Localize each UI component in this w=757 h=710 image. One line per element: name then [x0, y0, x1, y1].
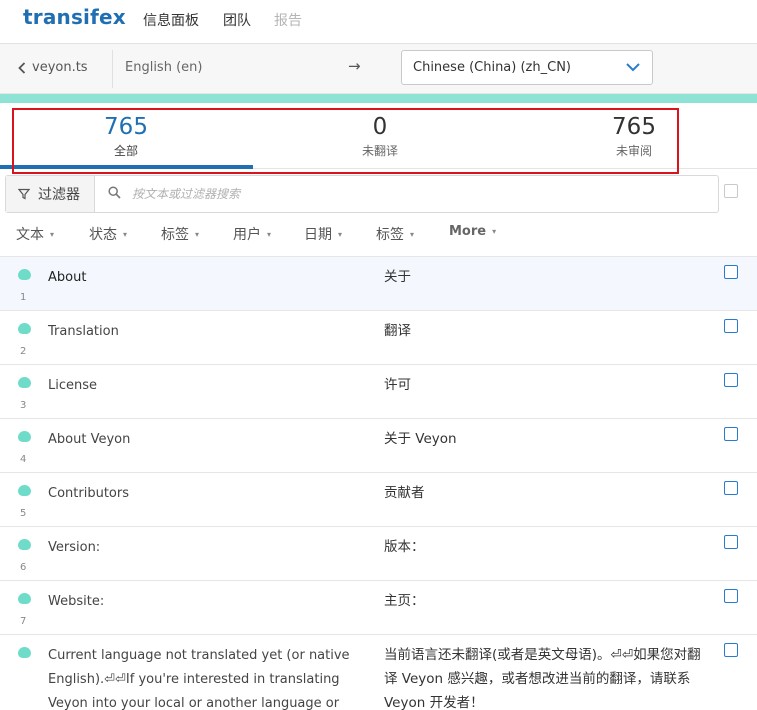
- status-dot-icon: [18, 323, 31, 334]
- funnel-icon: [18, 188, 30, 200]
- translation-string: 版本：: [384, 539, 425, 555]
- translation-string: 许可: [384, 377, 411, 393]
- list-item[interactable]: Translation 2 翻译: [0, 311, 757, 365]
- column-user-dropdown[interactable]: 用户 ▾: [233, 224, 271, 244]
- source-string: About Veyon: [48, 432, 131, 447]
- translation-string: 关于: [384, 269, 411, 285]
- column-label: 标签: [376, 227, 404, 243]
- column-more-dropdown[interactable]: More ▾: [449, 224, 496, 239]
- nav-reports-link: 报告: [274, 13, 302, 29]
- transifex-logo[interactable]: transifex: [23, 5, 126, 29]
- column-label: 状态: [89, 227, 117, 243]
- translation-string: 当前语言还未翻译(或者是英文母语)。⏎⏎如果您对翻译 Veyon 感兴趣，或者想…: [384, 647, 701, 710]
- target-language-value: Chinese (China) (zh_CN): [413, 60, 571, 75]
- caret-down-icon: ▾: [410, 229, 415, 239]
- search-icon: [108, 186, 121, 199]
- row-index: 6: [20, 562, 27, 573]
- status-dot-icon: [18, 377, 31, 388]
- list-item[interactable]: About 1 关于: [0, 257, 757, 311]
- translation-string: 贡献者: [384, 485, 425, 501]
- column-labels-dropdown[interactable]: 标签 ▾: [376, 224, 414, 244]
- filter-button[interactable]: 过滤器: [6, 176, 95, 212]
- source-string: License: [48, 378, 98, 393]
- status-dot-icon: [18, 485, 31, 496]
- top-nav: transifex 信息面板 团队 报告: [0, 0, 757, 44]
- row-index: 7: [20, 616, 27, 627]
- source-string: Website:: [48, 594, 105, 609]
- list-item[interactable]: Website: 7 主页：: [0, 581, 757, 635]
- list-item[interactable]: Current language not translated yet (or …: [0, 635, 757, 710]
- caret-down-icon: ▾: [492, 227, 497, 236]
- row-checkbox[interactable]: [724, 319, 738, 333]
- caret-down-icon: ▾: [195, 229, 200, 239]
- highlight-annotation-box: [12, 108, 679, 174]
- translation-progress-bar: [0, 94, 757, 103]
- column-label: 用户: [233, 227, 261, 243]
- row-checkbox[interactable]: [724, 535, 738, 549]
- row-index: 3: [20, 400, 27, 411]
- nav-dashboard-link[interactable]: 信息面板: [143, 10, 199, 30]
- search-input[interactable]: [132, 184, 692, 204]
- column-filter-bar: 文本 ▾ 状态 ▾ 标签 ▾ 用户 ▾ 日期 ▾ 标签 ▾ More ▾: [0, 215, 757, 255]
- status-dot-icon: [18, 431, 31, 442]
- resource-name: veyon.ts: [32, 60, 88, 75]
- caret-down-icon: ▾: [50, 229, 55, 239]
- source-string: Current language not translated yet (or …: [48, 648, 350, 710]
- row-index: 1: [20, 292, 27, 303]
- list-item[interactable]: Version: 6 版本：: [0, 527, 757, 581]
- chevron-down-icon: [626, 63, 640, 72]
- row-index: 4: [20, 454, 27, 465]
- status-dot-icon: [18, 539, 31, 550]
- language-bar: veyon.ts English (en) → Chinese (China) …: [0, 44, 757, 94]
- source-string: About: [48, 270, 87, 285]
- source-string: Translation: [48, 324, 119, 339]
- column-label: 日期: [304, 227, 332, 243]
- row-checkbox[interactable]: [724, 643, 738, 657]
- column-date-dropdown[interactable]: 日期 ▾: [304, 224, 342, 244]
- column-tags-dropdown[interactable]: 标签 ▾: [161, 224, 199, 244]
- translation-string: 翻译: [384, 323, 411, 339]
- translation-string: 主页：: [384, 593, 425, 609]
- translation-string: 关于 Veyon: [384, 431, 457, 447]
- row-checkbox[interactable]: [724, 427, 738, 441]
- column-label: 标签: [161, 227, 189, 243]
- column-status-dropdown[interactable]: 状态 ▾: [89, 224, 127, 244]
- caret-down-icon: ▾: [267, 229, 272, 239]
- source-language: English (en): [125, 60, 203, 75]
- row-checkbox[interactable]: [724, 265, 738, 279]
- caret-down-icon: ▾: [123, 229, 128, 239]
- column-label: More: [449, 224, 487, 239]
- divider: [112, 50, 113, 88]
- select-all-checkbox[interactable]: [724, 184, 738, 198]
- back-to-resource-link[interactable]: veyon.ts: [18, 60, 88, 75]
- row-checkbox[interactable]: [724, 481, 738, 495]
- filter-bar: 过滤器: [5, 175, 719, 213]
- list-item[interactable]: About Veyon 4 关于 Veyon: [0, 419, 757, 473]
- column-text-dropdown[interactable]: 文本 ▾: [16, 224, 54, 244]
- filter-button-label: 过滤器: [38, 187, 80, 203]
- list-item[interactable]: License 3 许可: [0, 365, 757, 419]
- chevron-left-icon: [18, 61, 26, 74]
- caret-down-icon: ▾: [338, 229, 343, 239]
- column-label: 文本: [16, 227, 44, 243]
- list-item[interactable]: Contributors 5 贡献者: [0, 473, 757, 527]
- target-language-select[interactable]: Chinese (China) (zh_CN): [401, 50, 653, 85]
- nav-teams-link[interactable]: 团队: [223, 10, 251, 30]
- string-list: About 1 关于 Translation 2 翻译 License 3 许可…: [0, 256, 757, 710]
- row-checkbox[interactable]: [724, 373, 738, 387]
- source-string: Version:: [48, 540, 101, 555]
- arrow-right-icon: →: [348, 57, 361, 75]
- status-dot-icon: [18, 269, 31, 280]
- status-dot-icon: [18, 593, 31, 604]
- source-string: Contributors: [48, 486, 129, 501]
- status-dot-icon: [18, 647, 31, 658]
- row-checkbox[interactable]: [724, 589, 738, 603]
- row-index: 5: [20, 508, 27, 519]
- row-index: 2: [20, 346, 27, 357]
